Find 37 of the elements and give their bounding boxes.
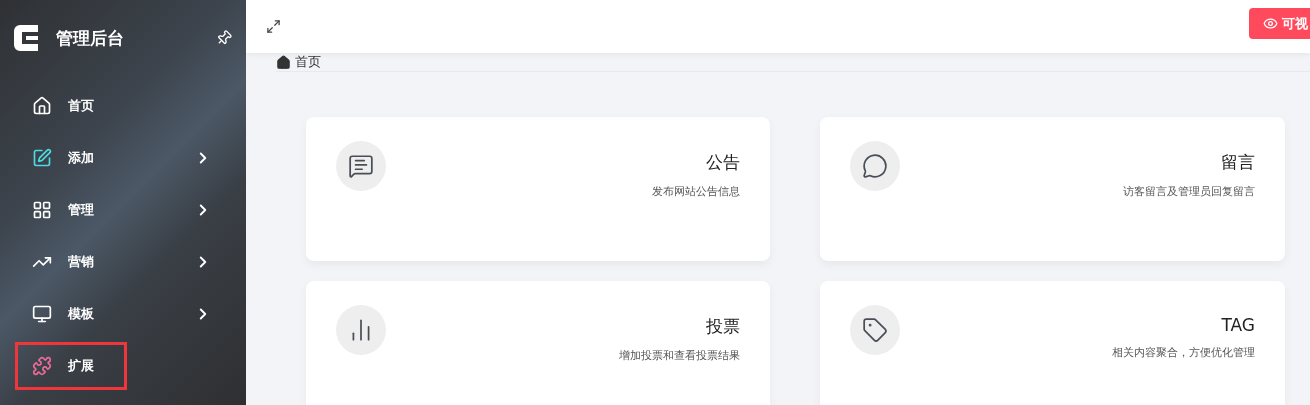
home-icon — [32, 96, 52, 116]
feature-card[interactable]: TAG 相关内容聚合，方便优化管理 — [820, 281, 1285, 405]
feature-card[interactable]: 公告 发布网站公告信息 — [306, 117, 770, 261]
card-title: 留言 — [1221, 151, 1255, 174]
card-description: 增加投票和查看投票结果 — [619, 348, 740, 363]
menu-label: 模板 — [68, 305, 95, 323]
card-description: 访客留言及管理员回复留言 — [1123, 184, 1255, 199]
tag-icon — [862, 317, 888, 343]
menu-item[interactable]: 营销 — [15, 238, 215, 286]
eye-icon — [1263, 16, 1278, 31]
edit-icon — [32, 148, 52, 168]
grid-icon — [32, 200, 52, 220]
menu-item[interactable]: 管理 — [15, 186, 215, 234]
feature-card[interactable]: 留言 访客留言及管理员回复留言 — [820, 117, 1285, 261]
menu-label: 扩展 — [68, 357, 95, 375]
breadcrumb-link[interactable]: 首页 — [295, 53, 321, 71]
card-title: TAG — [1221, 315, 1255, 335]
card-description: 发布网站公告信息 — [652, 184, 740, 199]
speech-bubble-icon — [862, 153, 888, 179]
monitor-icon — [32, 304, 52, 324]
message-icon — [348, 153, 374, 179]
card-description: 相关内容聚合，方便优化管理 — [1112, 345, 1255, 360]
menu-item[interactable]: 模板 — [15, 290, 215, 338]
menu-item[interactable]: 添加 — [15, 134, 215, 182]
puzzle-icon — [32, 356, 52, 376]
menu-label: 添加 — [68, 149, 95, 167]
fullscreen-icon[interactable] — [266, 19, 281, 34]
feature-card[interactable]: 投票 增加投票和查看投票结果 — [306, 281, 770, 405]
app-title: 管理后台 — [56, 26, 125, 50]
menu-label: 管理 — [68, 201, 95, 219]
menu-item[interactable]: 首页 — [15, 82, 215, 130]
home-icon — [276, 54, 291, 70]
menu-item[interactable]: 扩展 — [15, 342, 127, 390]
card-title: 投票 — [706, 315, 740, 338]
menu-label: 营销 — [68, 253, 95, 271]
menu-label: 首页 — [68, 97, 95, 115]
card-title: 公告 — [706, 151, 740, 174]
